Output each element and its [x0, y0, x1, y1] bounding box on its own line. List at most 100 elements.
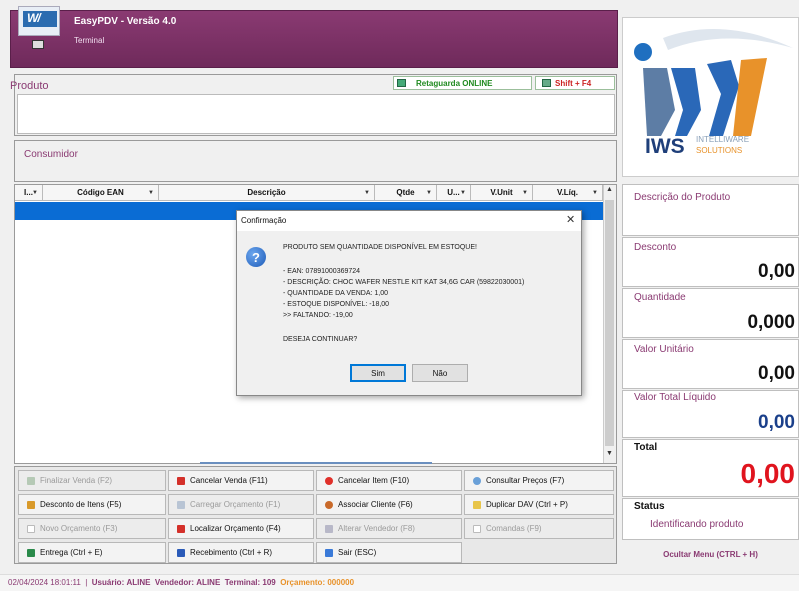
usuario-value: ALINE — [126, 578, 151, 587]
check-icon — [27, 476, 35, 485]
easypdv-logo: W/ — [18, 6, 60, 36]
duplicar-dav-button[interactable]: Duplicar DAV (Ctrl + P) — [464, 494, 614, 515]
delivery-icon — [27, 548, 35, 557]
dialog-heading: PRODUTO SEM QUANTIDADE DISPONÍVEL EM EST… — [283, 244, 477, 251]
localizar-orcamento-button[interactable]: Localizar Orçamento (F4) — [168, 518, 314, 539]
app-subtitle: Terminal — [74, 36, 105, 45]
iws-brand-line1: INTELLIWARE — [696, 135, 750, 144]
ocultar-menu-button[interactable]: Ocultar Menu (CTRL + H) — [622, 550, 799, 559]
valor-total-liquido-value: 0,00 — [758, 412, 795, 433]
valor-total-liquido-label: Valor Total Líquido — [634, 392, 716, 403]
button-label: Cancelar Item (F10) — [338, 476, 410, 485]
stop-icon — [325, 476, 333, 485]
recebimento-button[interactable]: Recebimento (Ctrl + R) — [168, 542, 314, 563]
cancelar-venda-button[interactable]: Cancelar Venda (F11) — [168, 470, 314, 491]
dialog-line: - QUANTIDADE DA VENDA: 1,00 — [283, 290, 389, 297]
shift-f4-button[interactable]: Shift + F4 — [535, 76, 615, 90]
finalizar-venda-button[interactable]: Finalizar Venda (F2) — [18, 470, 166, 491]
vendedor-label: Vendedor: — [154, 578, 195, 587]
desconto-value: 0,00 — [758, 261, 795, 282]
produto-input[interactable] — [17, 94, 615, 134]
usuario-label: Usuário: — [91, 578, 125, 587]
alterar-vendedor-button[interactable]: Alterar Vendedor (F8) — [316, 518, 462, 539]
app-title: EasyPDV - Versão 4.0 — [74, 16, 177, 27]
quantidade-value: 0,000 — [747, 312, 795, 333]
button-label: Novo Orçamento (F3) — [40, 524, 118, 533]
desconto-itens-button[interactable]: Desconto de Itens (F5) — [18, 494, 166, 515]
column-label: V.Líq. — [556, 188, 579, 197]
button-label: Comandas (F9) — [486, 524, 542, 533]
consultar-precos-button[interactable]: Consultar Preços (F7) — [464, 470, 614, 491]
column-label: Descrição — [247, 188, 286, 197]
new-document-icon — [27, 524, 35, 533]
dialog-line: - DESCRIÇÃO: CHOC WAFER NESTLE KIT KAT 3… — [283, 279, 525, 286]
dialog-question: DESEJA CONTINUAR? — [283, 336, 358, 343]
cancel-sale-icon — [177, 476, 185, 485]
exit-icon — [325, 548, 333, 557]
total-value: 0,00 — [740, 458, 796, 489]
vendedor-value: ALINE — [196, 578, 221, 587]
dialog-title: Confirmação — [241, 216, 287, 225]
carregar-orcamento-button[interactable]: Carregar Orçamento (F1) — [168, 494, 314, 515]
horizontal-scrollbar[interactable] — [200, 462, 432, 464]
column-header[interactable]: Código EAN ▼ — [43, 185, 159, 200]
cancelar-item-button[interactable]: Cancelar Item (F10) — [316, 470, 462, 491]
column-header[interactable]: Descrição ▼ — [159, 185, 375, 200]
locate-icon — [177, 524, 185, 533]
consumidor-panel[interactable] — [14, 140, 617, 182]
status-label: Status — [634, 501, 665, 512]
button-label: Desconto de Itens (F5) — [40, 500, 122, 509]
status-bar-text: 02/04/2024 18:01:11 | Usuário: ALINE Ven… — [8, 578, 355, 587]
button-label: Alterar Vendedor (F8) — [338, 524, 415, 533]
entrega-button[interactable]: Entrega (Ctrl + E) — [18, 542, 166, 563]
button-label: Duplicar DAV (Ctrl + P) — [486, 500, 568, 509]
dialog-line: - EAN: 07891000369724 — [283, 268, 361, 275]
column-header[interactable]: Qtde ▼ — [375, 185, 437, 200]
comandas-button[interactable]: Comandas (F9) — [464, 518, 614, 539]
button-label: Carregar Orçamento (F1) — [190, 500, 281, 509]
terminal-icon — [32, 40, 44, 49]
column-header[interactable]: V.Unit ▼ — [471, 185, 533, 200]
discount-icon — [27, 500, 35, 509]
grid-header: I... ▼ Código EAN ▼ Descrição ▼ Qtde ▼ U... ▼… — [15, 185, 603, 201]
status-datetime: 02/04/2024 18:01:11 — [8, 578, 81, 587]
descricao-produto-label: Descrição do Produto — [634, 192, 731, 203]
comanda-icon — [473, 524, 481, 533]
button-label: Finalizar Venda (F2) — [40, 476, 113, 485]
sair-button[interactable]: Sair (ESC) — [316, 542, 462, 563]
dropdown-arrow-icon: ▼ — [32, 189, 38, 196]
button-label: Associar Cliente (F6) — [338, 500, 413, 509]
dropdown-arrow-icon: ▼ — [460, 189, 466, 196]
status-value: Identificando produto — [650, 519, 744, 530]
scrollbar-thumb[interactable] — [605, 200, 614, 446]
terminal-label: Terminal: — [224, 578, 261, 587]
users-icon — [325, 524, 333, 533]
novo-orcamento-button[interactable]: Novo Orçamento (F3) — [18, 518, 166, 539]
retaguarda-label: Retaguarda ONLINE — [416, 78, 493, 88]
dialog-titlebar[interactable] — [237, 211, 581, 231]
shift-f4-label: Shift + F4 — [555, 78, 592, 88]
consumidor-label: Consumidor — [24, 149, 78, 160]
button-label: Sair (ESC) — [338, 548, 377, 557]
orcamento-value: 000000 — [327, 578, 355, 587]
column-header[interactable]: V.Líq. ▼ — [533, 185, 603, 200]
user-icon — [325, 500, 333, 509]
desconto-label: Desconto — [634, 242, 677, 253]
retaguarda-status: Retaguarda ONLINE — [393, 76, 532, 90]
terminal-value: 109 — [262, 578, 276, 587]
button-label: Entrega (Ctrl + E) — [40, 548, 103, 557]
scroll-up-icon[interactable]: ▲ — [604, 186, 615, 197]
scroll-down-icon[interactable]: ▼ — [604, 450, 615, 461]
iws-brand-name: IWS — [645, 135, 685, 158]
column-header[interactable]: I... ▼ — [15, 185, 43, 200]
search-icon — [473, 476, 481, 485]
yes-button[interactable]: Sim — [350, 364, 406, 382]
close-icon[interactable]: ✕ — [566, 213, 575, 226]
no-button[interactable]: Não — [412, 364, 468, 382]
dropdown-arrow-icon: ▼ — [592, 189, 598, 196]
column-header[interactable]: U... ▼ — [437, 185, 471, 200]
valor-unitario-label: Valor Unitário — [634, 344, 694, 355]
column-label: U... — [447, 188, 460, 197]
associar-cliente-button[interactable]: Associar Cliente (F6) — [316, 494, 462, 515]
network-icon — [397, 79, 406, 87]
